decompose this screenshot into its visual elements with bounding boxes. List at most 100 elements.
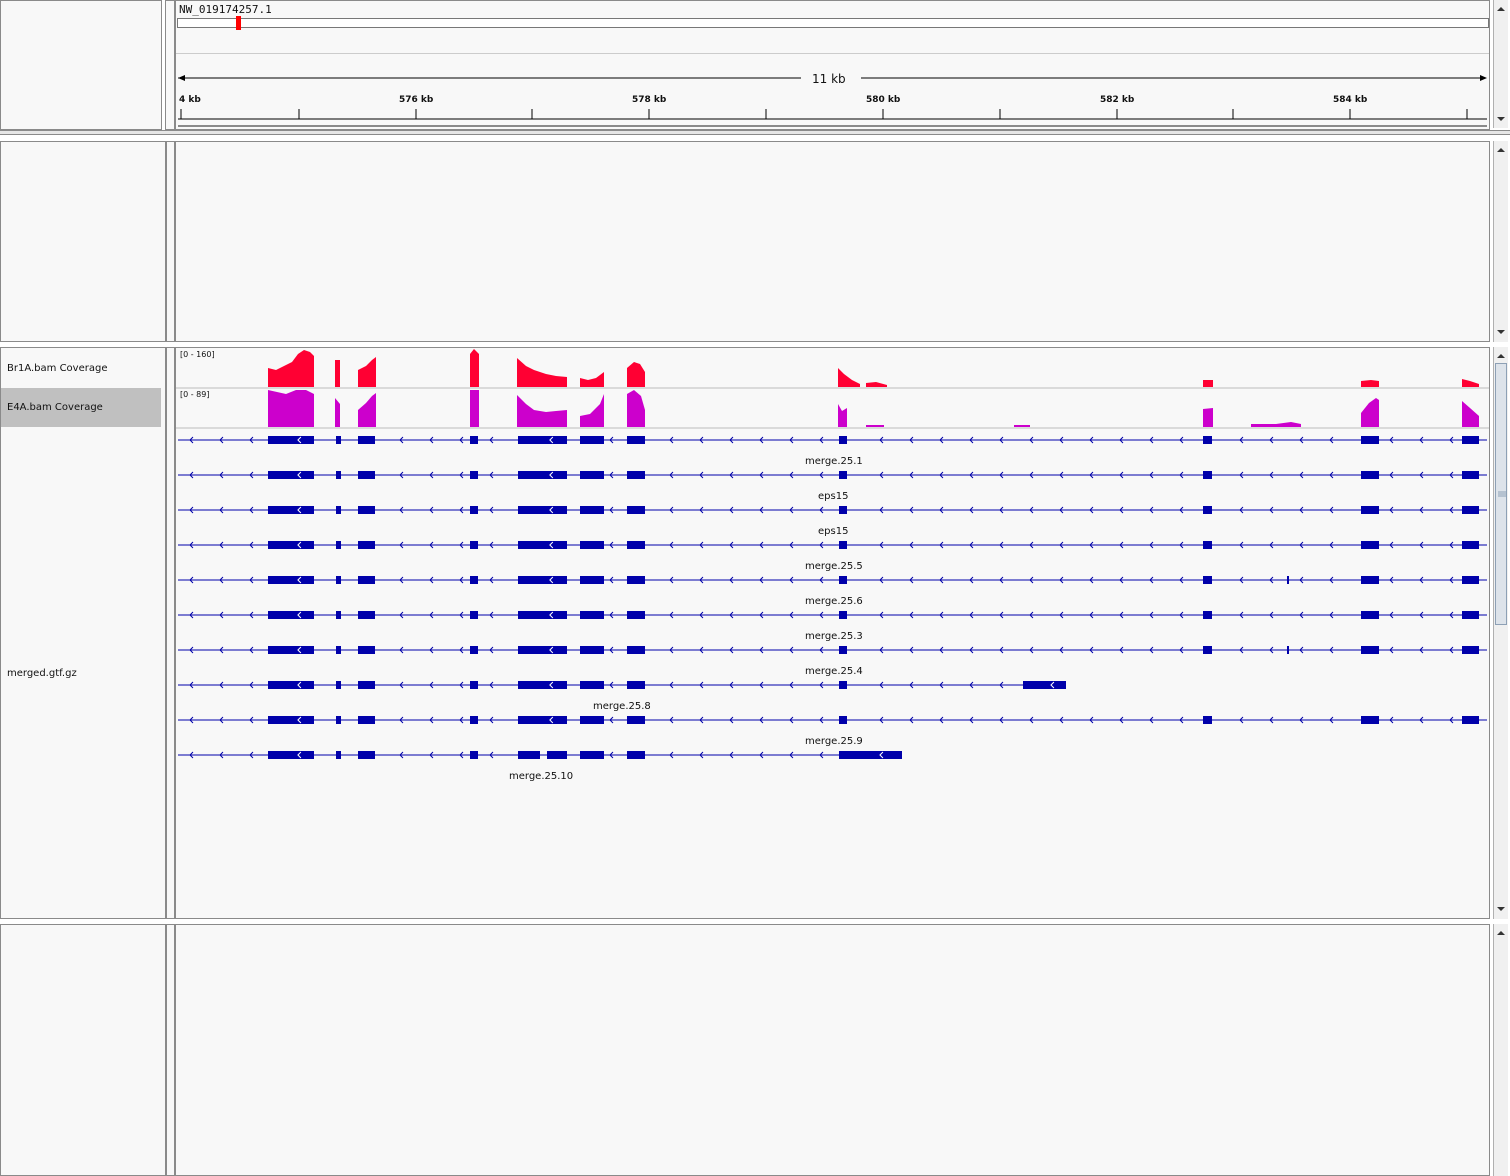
ruler-divider bbox=[176, 53, 1489, 54]
exon-block bbox=[1462, 541, 1479, 549]
exon-block bbox=[358, 751, 375, 759]
exon-block bbox=[518, 436, 567, 444]
chromosome-name: NW_019174257.1 bbox=[179, 3, 272, 16]
exon-block bbox=[839, 646, 847, 654]
exon-block bbox=[1361, 436, 1379, 444]
exon-block bbox=[839, 611, 847, 619]
exon-block bbox=[358, 611, 375, 619]
exon-block bbox=[627, 471, 645, 479]
exon-block bbox=[518, 646, 567, 654]
exon-block bbox=[839, 681, 847, 689]
exon-block bbox=[580, 576, 604, 584]
exon-block bbox=[1203, 506, 1212, 514]
exon-block bbox=[580, 751, 604, 759]
exon-block bbox=[336, 506, 341, 514]
ruler-scrollbar[interactable] bbox=[1493, 0, 1508, 128]
exon-block bbox=[580, 681, 604, 689]
transcript-label: merge.25.4 bbox=[805, 666, 863, 677]
exon-block bbox=[1203, 576, 1212, 584]
empty-attribute-panel-2 bbox=[166, 924, 175, 1176]
transcript-label: eps15 bbox=[818, 526, 849, 537]
exon-block bbox=[1361, 646, 1379, 654]
track-name-gtf[interactable]: merged.gtf.gz bbox=[1, 428, 163, 918]
ruler-panel: NW_019174257.1 11 kb 4 kb 576 kb 578 kb … bbox=[175, 0, 1490, 130]
transcript-label: merge.25.8 bbox=[593, 701, 651, 712]
exon-block bbox=[580, 436, 604, 444]
exon-block bbox=[1203, 646, 1212, 654]
transcript-row bbox=[178, 436, 1487, 444]
exon-block bbox=[1203, 541, 1212, 549]
transcript-label: merge.25.3 bbox=[805, 631, 863, 642]
ruler-tick-label: 580 kb bbox=[866, 95, 901, 105]
exon-block bbox=[518, 506, 567, 514]
header-divider bbox=[0, 130, 1510, 135]
exon-block bbox=[1361, 716, 1379, 724]
exon-block bbox=[839, 751, 902, 759]
empty-panel-1-scrollbar[interactable] bbox=[1493, 141, 1508, 342]
exon-block bbox=[470, 611, 478, 619]
exon-block bbox=[1203, 716, 1212, 724]
exon-block bbox=[268, 751, 314, 759]
scroll-up-icon[interactable] bbox=[1494, 2, 1508, 16]
empty-name-panel-1 bbox=[0, 141, 166, 342]
transcript-row bbox=[178, 541, 1487, 549]
exon-block bbox=[518, 751, 540, 759]
ruler-axis bbox=[178, 109, 1487, 127]
exon-block bbox=[358, 576, 375, 584]
exon-block bbox=[627, 646, 645, 654]
exon-block bbox=[839, 716, 847, 724]
transcript-label: merge.25.6 bbox=[805, 596, 863, 607]
exon-block bbox=[580, 541, 604, 549]
scroll-down-icon[interactable] bbox=[1494, 112, 1508, 126]
exon-block bbox=[470, 436, 478, 444]
ruler-tick-label: 576 kb bbox=[399, 95, 434, 105]
transcript-row bbox=[178, 751, 902, 759]
empty-data-panel-2[interactable] bbox=[175, 924, 1490, 1176]
br1a-coverage-histogram bbox=[268, 349, 1479, 387]
scroll-up-icon[interactable] bbox=[1494, 926, 1508, 940]
chromosome-ideogram[interactable] bbox=[177, 18, 1489, 28]
empty-panel-2-scrollbar[interactable] bbox=[1493, 924, 1508, 1176]
transcript-label: merge.25.1 bbox=[805, 456, 863, 467]
exon-block bbox=[358, 541, 375, 549]
coverage-tracks bbox=[176, 349, 1489, 429]
exon-block bbox=[518, 576, 567, 584]
transcript-row bbox=[178, 681, 1066, 689]
exon-block bbox=[1462, 471, 1479, 479]
transcript-row bbox=[178, 576, 1487, 584]
empty-data-panel-1[interactable] bbox=[175, 141, 1490, 342]
scrollbar-thumb[interactable] bbox=[1495, 363, 1507, 625]
transcript-label: merge.25.10 bbox=[509, 771, 574, 782]
track-name-label: merged.gtf.gz bbox=[7, 668, 77, 679]
exon-block bbox=[518, 541, 567, 549]
scroll-down-icon[interactable] bbox=[1494, 325, 1508, 339]
exon-block bbox=[470, 681, 478, 689]
exon-block bbox=[627, 436, 645, 444]
exon-block bbox=[268, 436, 314, 444]
track-data-panel[interactable]: [0 - 160] [0 - 89] merge.25.1 eps15 eps1… bbox=[175, 347, 1490, 919]
exon-block bbox=[358, 506, 375, 514]
exon-block bbox=[518, 681, 567, 689]
transcript-row bbox=[178, 716, 1487, 724]
track-attribute-panel bbox=[166, 347, 175, 919]
exon-block bbox=[336, 471, 341, 479]
exon-block bbox=[1361, 471, 1379, 479]
ruler-tick-label: 578 kb bbox=[632, 95, 667, 105]
exon-block bbox=[1361, 611, 1379, 619]
scroll-up-icon[interactable] bbox=[1494, 349, 1508, 363]
track-panel-scrollbar[interactable] bbox=[1493, 347, 1508, 919]
exon-block bbox=[1462, 716, 1479, 724]
exon-block bbox=[268, 681, 314, 689]
scroll-down-icon[interactable] bbox=[1494, 902, 1508, 916]
exon-block bbox=[1023, 681, 1066, 689]
track-name-br1a[interactable]: Br1A.bam Coverage bbox=[1, 348, 163, 388]
exon-block bbox=[336, 576, 341, 584]
exon-block bbox=[358, 716, 375, 724]
exon-block bbox=[1287, 576, 1289, 584]
exon-block bbox=[627, 681, 645, 689]
transcript-row bbox=[178, 611, 1487, 619]
scroll-up-icon[interactable] bbox=[1494, 143, 1508, 157]
track-name-e4a-selected[interactable]: E4A.bam Coverage bbox=[1, 388, 161, 427]
header-name-panel bbox=[0, 0, 162, 130]
current-region-marker[interactable] bbox=[236, 16, 241, 30]
